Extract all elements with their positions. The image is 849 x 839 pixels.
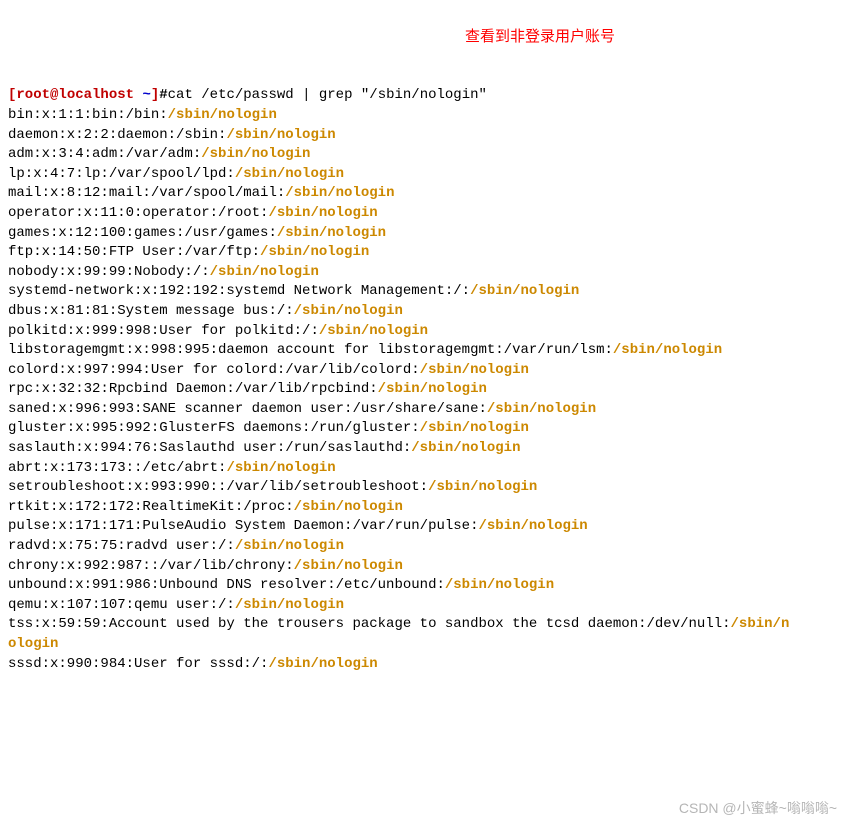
nologin-highlight: /sbin/nologin xyxy=(210,264,319,280)
output-line: bin:x:1:1:bin:/bin: xyxy=(8,107,168,123)
output-line: tss:x:59:59:Account used by the trousers… xyxy=(8,616,731,632)
nologin-highlight: /sbin/nologin xyxy=(613,342,722,358)
output-line: games:x:12:100:games:/usr/games: xyxy=(8,225,277,241)
output-line: rtkit:x:172:172:RealtimeKit:/proc: xyxy=(8,499,294,515)
watermark-text: CSDN @小蜜蜂~嗡嗡嗡~ xyxy=(679,799,837,819)
output-line: daemon:x:2:2:daemon:/sbin: xyxy=(8,127,226,143)
output-line: operator:x:11:0:operator:/root: xyxy=(8,205,268,221)
prompt-hash: # xyxy=(159,87,167,103)
nologin-highlight: /sbin/nologin xyxy=(478,518,587,534)
output-line: mail:x:8:12:mail:/var/spool/mail: xyxy=(8,185,285,201)
nologin-highlight: /sbin/nologin xyxy=(285,185,394,201)
nologin-highlight: /sbin/nologin xyxy=(235,166,344,182)
nologin-highlight: /sbin/nologin xyxy=(268,205,377,221)
nologin-highlight: /sbin/nologin xyxy=(470,283,579,299)
nologin-highlight: /sbin/nologin xyxy=(411,440,520,456)
output-line: saslauth:x:994:76:Saslauthd user:/run/sa… xyxy=(8,440,411,456)
nologin-highlight: /sbin/nologin xyxy=(420,420,529,436)
output-line: adm:x:3:4:adm:/var/adm: xyxy=(8,146,201,162)
nologin-highlight: /sbin/n xyxy=(731,616,790,632)
output-line: gluster:x:995:992:GlusterFS daemons:/run… xyxy=(8,420,420,436)
prompt-bracket-close: ] xyxy=(151,87,159,103)
nologin-highlight: /sbin/nologin xyxy=(487,401,596,417)
output-line: abrt:x:173:173::/etc/abrt: xyxy=(8,460,226,476)
nologin-highlight: /sbin/nologin xyxy=(168,107,277,123)
terminal-output: [root@localhost ~]#cat /etc/passwd | gre… xyxy=(8,86,841,674)
output-line: pulse:x:171:171:PulseAudio System Daemon… xyxy=(8,518,478,534)
output-line: polkitd:x:999:998:User for polkitd:/: xyxy=(8,323,319,339)
annotation-text: 查看到非登录用户账号 xyxy=(465,26,615,47)
prompt-tilde: ~ xyxy=(142,87,150,103)
nologin-highlight: /sbin/nologin xyxy=(428,479,537,495)
nologin-highlight: /sbin/nologin xyxy=(226,460,335,476)
output-line: systemd-network:x:192:192:systemd Networ… xyxy=(8,283,470,299)
prompt-userhost: root@localhost xyxy=(16,87,134,103)
nologin-highlight: /sbin/nologin xyxy=(378,381,487,397)
output-line: sssd:x:990:984:User for sssd:/: xyxy=(8,656,268,672)
nologin-highlight: /sbin/nologin xyxy=(445,577,554,593)
output-line: nobody:x:99:99:Nobody:/: xyxy=(8,264,210,280)
nologin-highlight: /sbin/nologin xyxy=(319,323,428,339)
output-line: qemu:x:107:107:qemu user:/: xyxy=(8,597,235,613)
nologin-highlight: /sbin/nologin xyxy=(235,538,344,554)
nologin-highlight: /sbin/nologin xyxy=(260,244,369,260)
nologin-highlight: /sbin/nologin xyxy=(420,362,529,378)
output-line: setroubleshoot:x:993:990::/var/lib/setro… xyxy=(8,479,428,495)
output-line: libstoragemgmt:x:998:995:daemon account … xyxy=(8,342,613,358)
output-line: rpc:x:32:32:Rpcbind Daemon:/var/lib/rpcb… xyxy=(8,381,378,397)
output-line: unbound:x:991:986:Unbound DNS resolver:/… xyxy=(8,577,445,593)
output-line: radvd:x:75:75:radvd user:/: xyxy=(8,538,235,554)
output-line: dbus:x:81:81:System message bus:/: xyxy=(8,303,294,319)
output-line: colord:x:997:994:User for colord:/var/li… xyxy=(8,362,420,378)
output-line: chrony:x:992:987::/var/lib/chrony: xyxy=(8,558,294,574)
nologin-highlight: /sbin/nologin xyxy=(294,558,403,574)
output-line: lp:x:4:7:lp:/var/spool/lpd: xyxy=(8,166,235,182)
nologin-highlight: /sbin/nologin xyxy=(201,146,310,162)
nologin-highlight: /sbin/nologin xyxy=(226,127,335,143)
nologin-highlight: /sbin/nologin xyxy=(268,656,377,672)
command-text: cat /etc/passwd | grep "/sbin/nologin" xyxy=(168,87,487,103)
nologin-highlight: /sbin/nologin xyxy=(277,225,386,241)
nologin-highlight: ologin xyxy=(8,636,58,652)
nologin-highlight: /sbin/nologin xyxy=(294,499,403,515)
nologin-highlight: /sbin/nologin xyxy=(294,303,403,319)
output-line: saned:x:996:993:SANE scanner daemon user… xyxy=(8,401,487,417)
output-line: ftp:x:14:50:FTP User:/var/ftp: xyxy=(8,244,260,260)
nologin-highlight: /sbin/nologin xyxy=(235,597,344,613)
